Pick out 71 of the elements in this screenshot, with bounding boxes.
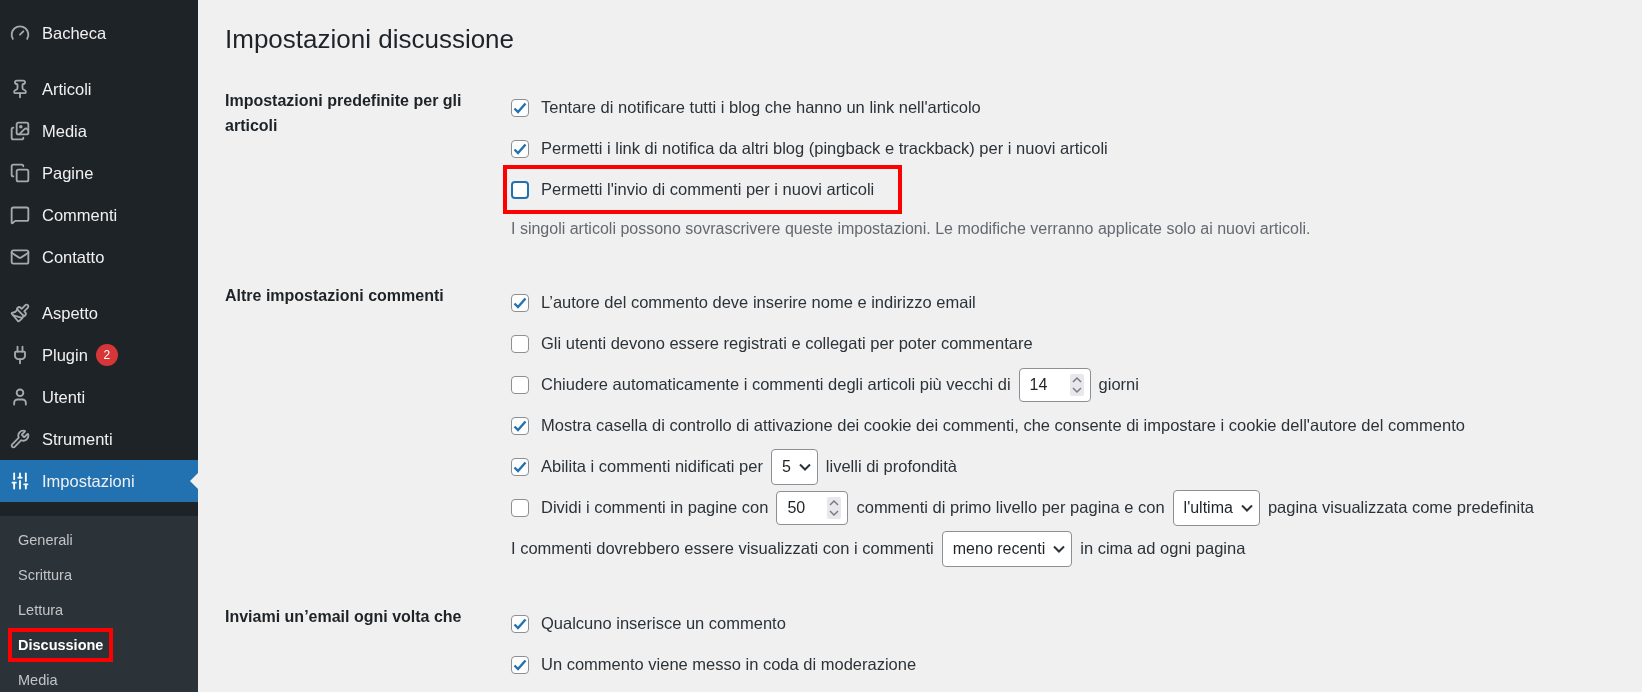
chevron-down-icon <box>798 462 811 471</box>
wrench-icon <box>10 429 30 449</box>
section-label: Inviami un’email ogni volta che <box>225 607 463 627</box>
sliders-icon <box>10 471 30 491</box>
option-label: Gli utenti devono essere registrati e collegati per poter commentare <box>541 334 1033 353</box>
section-label: Altre impostazioni commenti <box>225 286 445 306</box>
checkbox[interactable] <box>511 614 529 633</box>
menu-item[interactable]: Utenti <box>0 376 198 418</box>
submenu-item[interactable]: Media <box>8 662 68 692</box>
select-dropdown[interactable]: l'ultima <box>1172 489 1260 526</box>
menu-item[interactable]: Contatto <box>0 236 198 278</box>
menu-item[interactable]: Impostazioni <box>0 460 198 502</box>
submenu-item[interactable]: Scrittura <box>8 557 82 592</box>
checkbox[interactable] <box>511 98 529 117</box>
checkbox[interactable] <box>511 498 529 517</box>
menu-item[interactable]: Aspetto <box>0 292 198 334</box>
option-label: I commenti dovrebbero essere visualizzati con i commenti <box>511 539 934 558</box>
paintbrush-icon <box>10 303 30 323</box>
option-label: Dividi i commenti in pagine con <box>541 498 769 517</box>
option-label: Un commento viene messo in coda di moderazione <box>541 655 917 674</box>
option-label: Abilita i commenti nidificati per <box>541 457 763 476</box>
menu-item[interactable]: Commenti <box>0 194 198 236</box>
images-icon <box>10 121 30 141</box>
menu-item[interactable]: Strumenti <box>0 418 198 460</box>
description-text: I singoli articoli possono sovrascrivere queste impostazioni. Le modifiche verranno applicate solo ai nuovi articoli. <box>511 219 1312 239</box>
select-dropdown[interactable]: 5 <box>770 448 818 485</box>
pin-icon <box>10 79 30 99</box>
user-icon <box>10 387 30 407</box>
checkbox[interactable] <box>511 293 529 312</box>
chevron-down-icon <box>1053 544 1066 553</box>
checkbox[interactable] <box>511 655 529 674</box>
option-label: Qualcuno inserisce un commento <box>541 614 786 633</box>
number-field[interactable]: 14 <box>1018 367 1091 402</box>
checkbox[interactable] <box>511 180 529 199</box>
menu-item[interactable]: Media <box>0 110 198 152</box>
checkbox[interactable] <box>511 457 529 476</box>
select-dropdown[interactable]: meno recenti <box>941 530 1073 567</box>
spinner-icon <box>827 496 842 519</box>
speech-bubble-icon <box>10 205 30 225</box>
menu-item[interactable]: Bacheca <box>0 12 198 54</box>
option-label: L’autore del commento deve inserire nome e indirizzo email <box>541 293 976 312</box>
submenu-item[interactable]: Lettura <box>8 592 74 627</box>
number-field[interactable]: 50 <box>776 490 849 525</box>
checkbox[interactable] <box>511 334 529 353</box>
chevron-down-icon <box>1240 503 1253 512</box>
option-label: in cima ad ogni pagina <box>1080 539 1246 558</box>
option-label: pagina visualizzata come predefinita <box>1267 498 1534 517</box>
option-label: giorni <box>1098 375 1139 394</box>
checkbox[interactable] <box>511 416 529 435</box>
option-label: livelli di profondità <box>825 457 957 476</box>
count-badge: 2 <box>95 344 118 366</box>
menu-item[interactable]: Articoli <box>0 68 198 110</box>
menu-item[interactable]: Plugin 2 <box>0 334 198 376</box>
option-label: commenti di primo livello per pagina e con <box>856 498 1165 517</box>
option-label: Permetti l'invio di commenti per i nuovi articoli <box>541 180 875 199</box>
menu-item[interactable]: Pagine <box>0 152 198 194</box>
page-title: Impostazioni discussione <box>225 24 516 55</box>
checkbox[interactable] <box>511 375 529 394</box>
option-label: Mostra casella di controllo di attivazione dei cookie dei commenti, che consente di impostare i cookie dell'autore del commento <box>541 416 1465 435</box>
checkbox[interactable] <box>511 139 529 158</box>
pages-icon <box>10 163 30 183</box>
submenu-item[interactable]: Generali <box>8 522 83 557</box>
spinner-icon <box>1069 373 1084 396</box>
section-label: Impostazioni predefinite per gli articoli <box>225 91 463 136</box>
option-label: Chiudere automaticamente i commenti degli articoli più vecchi di <box>541 375 1011 394</box>
envelope-icon <box>10 247 30 267</box>
gauge-icon <box>10 23 30 43</box>
option-label: Tentare di notificare tutti i blog che hanno un link nell'articolo <box>541 98 981 117</box>
submenu-item[interactable]: Discussione <box>8 627 114 662</box>
pointer-arrow <box>190 473 198 489</box>
option-label: Permetti i link di notifica da altri blog (pingback e trackback) per i nuovi articoli <box>541 139 1108 158</box>
